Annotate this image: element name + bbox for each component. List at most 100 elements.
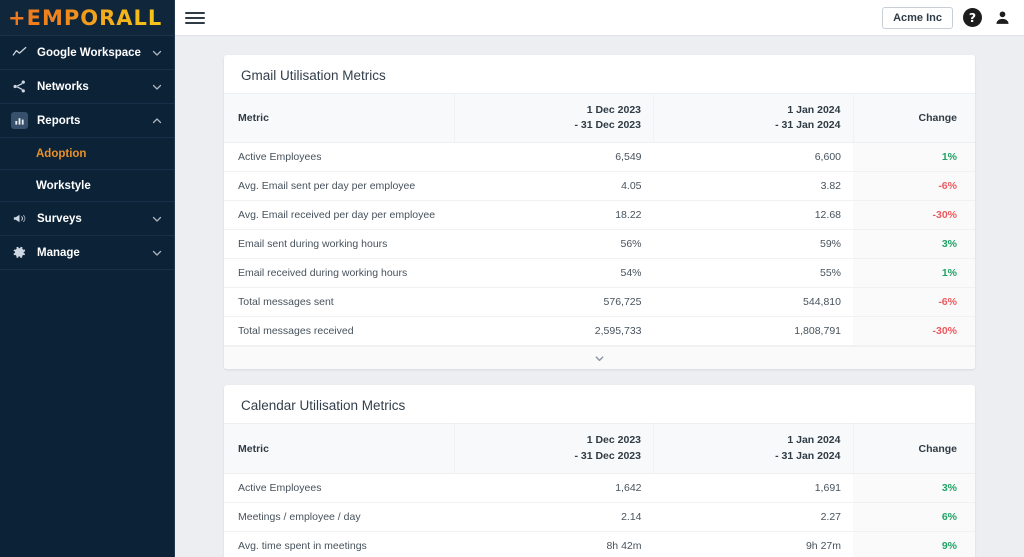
- metric-name-cell: Meetings / employee / day: [224, 502, 454, 532]
- sidebar-nav: Google Workspace Networks Reports Adoption W…: [0, 36, 174, 270]
- sidebar-item-google-workspace[interactable]: Google Workspace: [0, 36, 174, 70]
- change-value-cell: 1%: [853, 258, 975, 289]
- period-end: - 31 Dec 2023: [574, 449, 641, 462]
- period-1-value-cell: 2.14: [454, 502, 654, 532]
- period-start: 1 Jan 2024: [787, 104, 841, 116]
- sidebar-subitem-label: Workstyle: [36, 179, 91, 192]
- column-header-change: Change: [853, 423, 975, 474]
- sidebar-item-label: Manage: [37, 246, 80, 259]
- sidebar-item-reports[interactable]: Reports: [0, 104, 174, 138]
- table-row: Total messages sent 576,725 544,810 -6%: [224, 287, 975, 318]
- period-1-value-cell: 6,549: [454, 142, 654, 173]
- period-2-value-cell: 6,600: [653, 142, 853, 173]
- chevron-down-icon[interactable]: [151, 81, 163, 93]
- period-end: - 31 Dec 2023: [574, 119, 641, 132]
- change-value-cell: 6%: [853, 502, 975, 532]
- period-1-value-cell: 18.22: [454, 200, 654, 231]
- table-row: Email sent during working hours 56% 59% 3%: [224, 229, 975, 260]
- table-row: Active Employees 1,642 1,691 3%: [224, 473, 975, 503]
- column-header-period-1: 1 Dec 2023 - 31 Dec 2023: [454, 423, 654, 474]
- table-row: Active Employees 6,549 6,600 1%: [224, 142, 975, 173]
- app-logo[interactable]: +EMPORALL: [0, 0, 174, 36]
- chevron-down-icon[interactable]: [151, 47, 163, 59]
- table-row: Avg. time spent in meetings 8h 42m 9h 27m 9…: [224, 531, 975, 557]
- gear-icon: [11, 244, 28, 261]
- period-1-value-cell: 576,725: [454, 287, 654, 318]
- table-row: Email received during working hours 54% 55…: [224, 258, 975, 289]
- chevron-down-icon[interactable]: [151, 247, 163, 259]
- sidebar-item-label: Google Workspace: [37, 46, 141, 59]
- sidebar-subitem-adoption[interactable]: Adoption: [0, 138, 174, 170]
- table-header-row: Metric 1 Dec 2023 - 31 Dec 2023 1 Jan 2024 -…: [224, 423, 975, 474]
- column-header-metric: Metric: [224, 423, 455, 474]
- metric-name-cell: Avg. Email sent per day per employee: [224, 171, 454, 202]
- change-value-cell: 9%: [853, 531, 975, 557]
- top-bar-actions: Acme Inc ?: [882, 6, 1012, 29]
- change-value-cell: -30%: [853, 200, 975, 231]
- table-row: Avg. Email sent per day per employee 4.05…: [224, 171, 975, 202]
- question-mark-icon[interactable]: ?: [963, 8, 982, 27]
- period-end: - 31 Jan 2024: [775, 119, 841, 132]
- app-root: +EMPORALL Google Workspace Networks Report…: [0, 0, 1024, 557]
- period-2-value-cell: 3.82: [653, 171, 853, 202]
- metrics-card: Calendar Utilisation Metrics Metric 1 Dec …: [224, 385, 975, 557]
- top-bar: Acme Inc ?: [175, 0, 1024, 36]
- hamburger-bar: [185, 16, 205, 19]
- column-header-period-2: 1 Jan 2024 - 31 Jan 2024: [653, 423, 854, 474]
- column-header-period-2: 1 Jan 2024 - 31 Jan 2024: [653, 92, 854, 144]
- sidebar-item-label: Surveys: [37, 212, 82, 225]
- metrics-card: Gmail Utilisation Metrics Metric 1 Dec 202…: [224, 55, 975, 370]
- change-value-cell: -6%: [853, 287, 975, 318]
- period-2-value-cell: 1,808,791: [653, 316, 853, 347]
- card-title: Calendar Utilisation Metrics: [241, 398, 406, 414]
- metric-name-cell: Avg. Email received per day per employee: [224, 200, 454, 231]
- metrics-table: Metric 1 Dec 2023 - 31 Dec 2023 1 Jan 2024 -…: [224, 423, 975, 557]
- megaphone-icon: [11, 210, 28, 227]
- main-area: Acme Inc ? Gmail Utilisation Metrics Metr…: [175, 0, 1024, 557]
- period-2-value-cell: 2.27: [653, 502, 853, 532]
- hamburger-icon[interactable]: [185, 8, 205, 28]
- period-2-value-cell: 59%: [653, 229, 853, 260]
- org-selector-button[interactable]: Acme Inc: [882, 6, 953, 29]
- table-row: Avg. Email received per day per employee…: [224, 200, 975, 231]
- sidebar-item-surveys[interactable]: Surveys: [0, 202, 174, 236]
- period-1-value-cell: 4.05: [454, 171, 654, 202]
- user-avatar-icon[interactable]: [992, 8, 1012, 28]
- sidebar-item-label: Networks: [37, 80, 89, 93]
- metric-name-cell: Total messages sent: [224, 287, 454, 318]
- table-row: Total messages received 2,595,733 1,808,79…: [224, 316, 975, 347]
- trending-line-icon: [11, 44, 28, 61]
- table-row: Meetings / employee / day 2.14 2.27 6%: [224, 502, 975, 532]
- chevron-down-icon[interactable]: [151, 213, 163, 225]
- column-header-metric: Metric: [224, 92, 455, 144]
- period-2-value-cell: 9h 27m: [653, 531, 853, 557]
- period-end: - 31 Jan 2024: [775, 449, 841, 462]
- metric-name-cell: Active Employees: [224, 473, 454, 503]
- hamburger-bar: [185, 21, 205, 24]
- metric-name-cell: Email received during working hours: [224, 258, 454, 289]
- chevron-up-icon[interactable]: [151, 115, 163, 127]
- bar-chart-icon: [11, 112, 28, 129]
- expand-card-button[interactable]: [224, 346, 975, 370]
- change-value-cell: -6%: [853, 171, 975, 202]
- period-2-value-cell: 544,810: [653, 287, 853, 318]
- card-title: Gmail Utilisation Metrics: [241, 68, 386, 83]
- metric-name-cell: Email sent during working hours: [224, 229, 454, 260]
- period-1-value-cell: 54%: [454, 258, 654, 289]
- column-header-period-1: 1 Dec 2023 - 31 Dec 2023: [454, 92, 654, 144]
- period-1-value-cell: 2,595,733: [454, 316, 654, 347]
- sidebar-subitem-workstyle[interactable]: Workstyle: [0, 170, 174, 202]
- metric-name-cell: Total messages received: [224, 316, 454, 347]
- metric-name-cell: Active Employees: [224, 142, 454, 173]
- period-2-value-cell: 1,691: [653, 473, 853, 503]
- sidebar-item-networks[interactable]: Networks: [0, 70, 174, 104]
- sidebar-item-label: Reports: [37, 114, 81, 127]
- period-2-value-cell: 12.68: [653, 200, 853, 231]
- metric-name-cell: Avg. time spent in meetings: [224, 531, 454, 557]
- sidebar-item-manage[interactable]: Manage: [0, 236, 174, 270]
- change-value-cell: 3%: [853, 229, 975, 260]
- logo-text: +EMPORALL: [8, 5, 163, 30]
- content-scroll-area: Gmail Utilisation Metrics Metric 1 Dec 202…: [175, 36, 1024, 557]
- period-2-value-cell: 55%: [653, 258, 853, 289]
- change-value-cell: -30%: [853, 316, 975, 347]
